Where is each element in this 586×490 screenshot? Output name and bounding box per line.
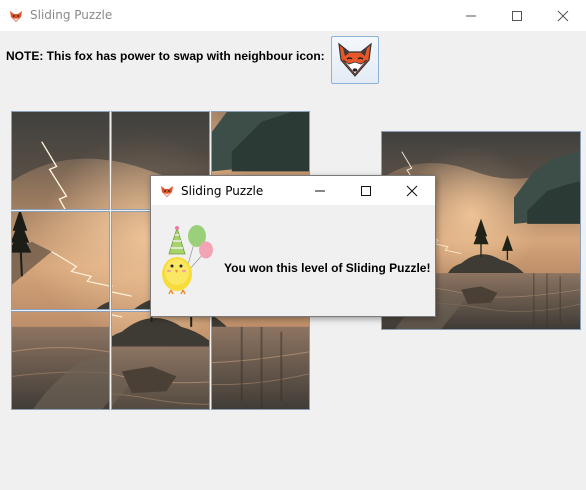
minimize-button[interactable] [448,0,494,31]
puzzle-tile[interactable] [11,111,110,210]
win-dialog: Sliding Puzzle You won this level of Sli… [150,175,436,317]
title-bar: Sliding Puzzle [0,0,586,31]
minimize-icon [466,15,476,16]
minimize-icon [315,190,325,191]
close-icon [406,185,418,196]
fox-icon [160,183,174,202]
dialog-minimize-button[interactable] [297,176,343,205]
maximize-icon [361,185,371,196]
dialog-title: Sliding Puzzle [181,184,264,198]
maximize-button[interactable] [494,0,540,31]
maximize-icon [512,10,522,21]
dialog-close-button[interactable] [389,176,435,205]
close-icon [557,10,569,21]
window-title: Sliding Puzzle [30,8,113,22]
fox-swap-button[interactable] [331,36,379,84]
puzzle-tile[interactable] [11,311,110,410]
fox-icon [9,8,23,27]
dialog-maximize-button[interactable] [343,176,389,205]
fox-face-icon [338,42,372,77]
dialog-title-bar: Sliding Puzzle [151,176,435,205]
puzzle-tile[interactable] [11,211,110,310]
win-message: You won this level of Sliding Puzzle! [224,261,431,275]
note-label: NOTE: This fox has power to swap with ne… [6,49,325,63]
puzzle-tile[interactable] [111,311,210,410]
party-chick-icon [157,224,217,300]
close-button[interactable] [540,0,586,31]
puzzle-tile[interactable] [211,311,310,410]
